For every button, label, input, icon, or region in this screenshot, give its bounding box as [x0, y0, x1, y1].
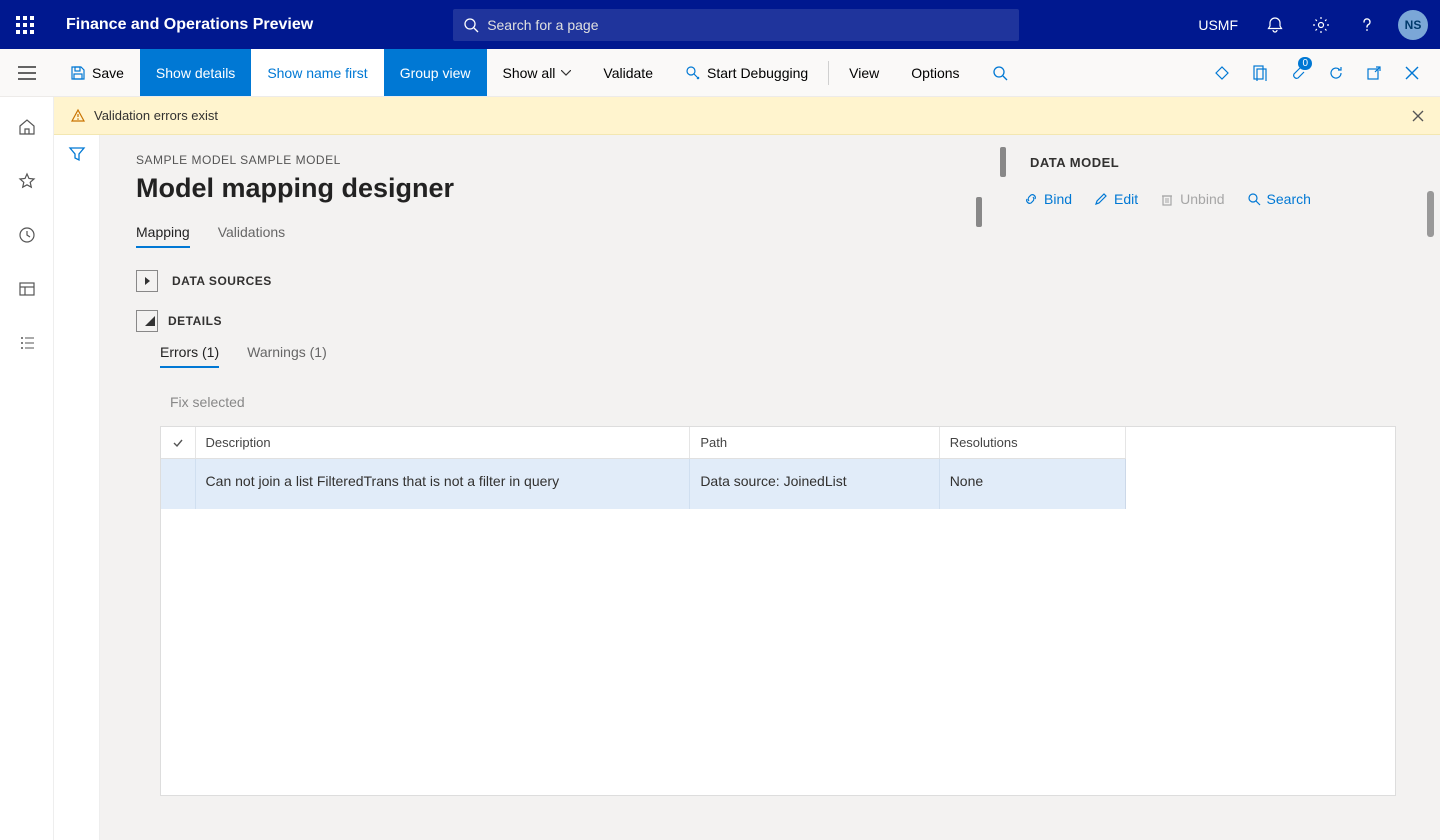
- start-debugging-button[interactable]: Start Debugging: [669, 49, 824, 96]
- left-nav-rail: [0, 49, 54, 840]
- cell-resolutions: None: [939, 459, 1125, 510]
- scrollbar-thumb[interactable]: [1427, 191, 1434, 237]
- dm-search-button[interactable]: Search: [1247, 191, 1311, 207]
- modules-icon[interactable]: [0, 323, 54, 363]
- group-view-button[interactable]: Group view: [384, 49, 487, 96]
- waffle-icon[interactable]: [0, 0, 50, 49]
- bind-icon: [1024, 192, 1038, 206]
- popout-icon[interactable]: [1356, 49, 1392, 97]
- show-all-button[interactable]: Show all: [487, 49, 588, 96]
- chevron-down-icon: [561, 70, 571, 76]
- table-row[interactable]: Can not join a list FilteredTrans that i…: [161, 459, 1126, 510]
- save-button[interactable]: Save: [54, 49, 140, 96]
- favorites-icon[interactable]: [0, 161, 54, 201]
- column-resolutions[interactable]: Resolutions: [939, 427, 1125, 459]
- filter-column: [54, 135, 100, 840]
- options-button[interactable]: Options: [895, 49, 975, 96]
- search-icon: [1247, 192, 1261, 206]
- main-tabs: Mapping Validations: [136, 224, 1440, 248]
- hamburger-icon[interactable]: [0, 49, 54, 96]
- refresh-icon[interactable]: [1318, 49, 1354, 97]
- show-name-first-button[interactable]: Show name first: [251, 49, 383, 96]
- unbind-icon: [1160, 192, 1174, 206]
- show-details-button[interactable]: Show details: [140, 49, 251, 96]
- app-title: Finance and Operations Preview: [50, 16, 313, 34]
- toolbar-search-icon[interactable]: [976, 49, 1024, 96]
- tab-mapping[interactable]: Mapping: [136, 224, 190, 248]
- search-box[interactable]: [453, 9, 1019, 41]
- data-model-panel: DATA MODEL Bind Edit Unbind Search: [1000, 147, 1420, 207]
- tab-errors[interactable]: Errors (1): [160, 344, 219, 368]
- edit-icon: [1094, 192, 1108, 206]
- action-bar: Save Show details Show name first Group …: [0, 49, 1440, 97]
- details-tabs: Errors (1) Warnings (1): [160, 344, 1440, 368]
- home-icon[interactable]: [0, 107, 54, 147]
- funnel-icon[interactable]: [68, 145, 86, 840]
- help-icon[interactable]: [1344, 0, 1390, 49]
- workspaces-icon[interactable]: [0, 269, 54, 309]
- data-sources-title: DATA SOURCES: [172, 274, 272, 288]
- tab-validations[interactable]: Validations: [218, 224, 285, 248]
- debug-icon: [685, 65, 701, 81]
- page-options-icon[interactable]: [1242, 49, 1278, 97]
- warning-close-icon[interactable]: [1412, 110, 1424, 122]
- warning-icon: [70, 108, 86, 124]
- column-description[interactable]: Description: [195, 427, 690, 459]
- splitter-handle-icon[interactable]: [976, 197, 982, 227]
- data-model-title: DATA MODEL: [1030, 155, 1119, 170]
- cell-path: Data source: JoinedList: [690, 459, 939, 510]
- unbind-button: Unbind: [1160, 191, 1224, 207]
- view-button[interactable]: View: [833, 49, 895, 96]
- validate-button[interactable]: Validate: [587, 49, 669, 96]
- close-icon[interactable]: [1394, 49, 1430, 97]
- tab-warnings[interactable]: Warnings (1): [247, 344, 327, 368]
- notifications-icon[interactable]: [1252, 0, 1298, 49]
- search-icon: [463, 17, 479, 33]
- personalize-icon[interactable]: [1204, 49, 1240, 97]
- settings-icon[interactable]: [1298, 0, 1344, 49]
- details-title: DETAILS: [168, 314, 222, 328]
- edit-button[interactable]: Edit: [1094, 191, 1138, 207]
- details-collapser[interactable]: [136, 310, 158, 332]
- errors-table: Description Path Resolutions Can not joi…: [160, 426, 1396, 796]
- search-input[interactable]: [487, 17, 1009, 33]
- drag-handle-icon[interactable]: [1000, 147, 1006, 177]
- attachments-badge: 0: [1298, 57, 1312, 70]
- fix-selected-button[interactable]: Fix selected: [170, 394, 1440, 410]
- column-path[interactable]: Path: [690, 427, 939, 459]
- avatar[interactable]: NS: [1398, 10, 1428, 40]
- top-bar: Finance and Operations Preview USMF NS: [0, 0, 1440, 49]
- save-icon: [70, 65, 86, 81]
- warning-text: Validation errors exist: [94, 108, 218, 123]
- company-label[interactable]: USMF: [1184, 0, 1252, 49]
- column-select[interactable]: [161, 427, 195, 459]
- recent-icon[interactable]: [0, 215, 54, 255]
- warning-bar: Validation errors exist: [54, 97, 1440, 135]
- save-label: Save: [92, 65, 124, 81]
- cell-description: Can not join a list FilteredTrans that i…: [195, 459, 690, 510]
- attachments-icon[interactable]: 0: [1280, 49, 1316, 97]
- bind-button[interactable]: Bind: [1024, 191, 1072, 207]
- content-area: SAMPLE MODEL SAMPLE MODEL Model mapping …: [54, 135, 1440, 840]
- data-sources-expander[interactable]: [136, 270, 158, 292]
